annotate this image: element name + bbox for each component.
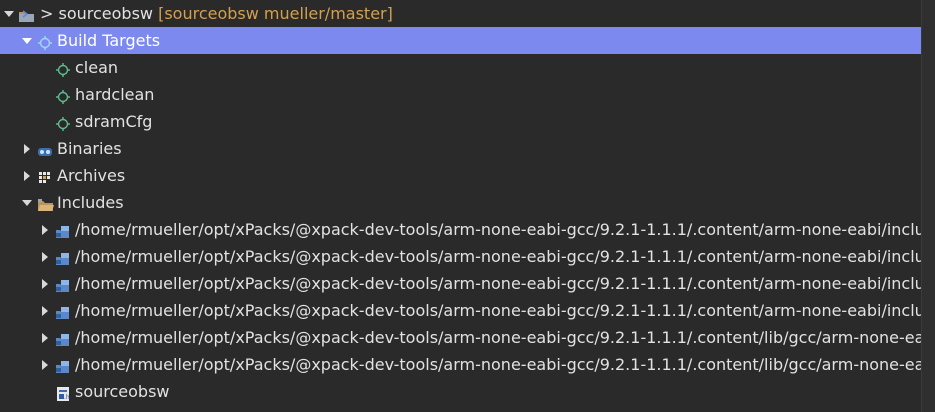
expand-right-icon[interactable] [38, 243, 52, 270]
tree-item-project[interactable]: > sourceobsw [sourceobsw mueller/master] [0, 0, 922, 27]
build-target-label: clean [75, 58, 119, 77]
project-folder-icon [18, 5, 34, 22]
archives-icon [37, 167, 53, 183]
source-folder-icon: .h [55, 383, 71, 401]
build-target-label: hardclean [75, 85, 155, 104]
expand-right-icon[interactable] [38, 216, 52, 243]
binaries-icon [37, 140, 53, 156]
expand-right-icon[interactable] [38, 270, 52, 297]
source-folder-label: sourceobsw [75, 382, 170, 401]
binaries-label: Binaries [57, 139, 122, 158]
includes-label: Includes [57, 193, 124, 212]
tree-item-include-path[interactable]: /home/rmueller/opt/xPacks/@xpack-dev-too… [0, 270, 922, 297]
expand-right-icon[interactable] [20, 135, 34, 162]
project-git-decoration: [sourceobsw mueller/master] [158, 4, 393, 23]
build-target-icon [37, 32, 53, 50]
tree-item-include-path[interactable]: /home/rmueller/opt/xPacks/@xpack-dev-too… [0, 216, 922, 243]
project-dirty-prefix: > [40, 4, 54, 23]
svg-text:.h: .h [64, 394, 70, 401]
tree-item-include-path[interactable]: /home/rmueller/opt/xPacks/@xpack-dev-too… [0, 324, 922, 351]
include-path-label: /home/rmueller/opt/xPacks/@xpack-dev-too… [75, 247, 922, 266]
expand-down-icon[interactable] [20, 189, 34, 216]
expand-down-icon[interactable] [20, 27, 34, 54]
project-explorer-tree: > sourceobsw [sourceobsw mueller/master]… [0, 0, 935, 412]
include-path-label: /home/rmueller/opt/xPacks/@xpack-dev-too… [75, 355, 922, 374]
build-targets-label: Build Targets [57, 31, 161, 50]
tree-item-source-folder[interactable]: .h sourceobsw [0, 378, 922, 405]
tree-item-binaries[interactable]: Binaries [0, 135, 922, 162]
build-target-icon [55, 86, 71, 104]
include-path-icon [55, 302, 71, 319]
tree-item-build-target[interactable]: clean [0, 54, 922, 81]
expand-right-icon[interactable] [20, 162, 34, 189]
tree-item-build-targets[interactable]: Build Targets [0, 27, 922, 54]
tree-item-build-target[interactable]: sdramCfg [0, 108, 922, 135]
includes-folder-icon [37, 194, 54, 211]
archives-label: Archives [57, 166, 126, 185]
include-path-icon [55, 329, 71, 346]
include-path-label: /home/rmueller/opt/xPacks/@xpack-dev-too… [75, 301, 922, 320]
tree-item-archives[interactable]: Archives [0, 162, 922, 189]
build-target-icon [55, 113, 71, 131]
tree-item-build-target[interactable]: hardclean [0, 81, 922, 108]
include-path-icon [55, 221, 71, 238]
project-name: sourceobsw [58, 4, 154, 23]
expand-right-icon[interactable] [38, 351, 52, 378]
expand-right-icon[interactable] [38, 324, 52, 351]
tree-item-include-path[interactable]: /home/rmueller/opt/xPacks/@xpack-dev-too… [0, 351, 922, 378]
include-path-icon [55, 248, 71, 265]
build-target-label: sdramCfg [75, 112, 153, 131]
expand-right-icon[interactable] [38, 297, 52, 324]
include-path-label: /home/rmueller/opt/xPacks/@xpack-dev-too… [75, 220, 922, 239]
build-target-icon [55, 59, 71, 77]
tree-item-includes[interactable]: Includes [0, 189, 922, 216]
expand-down-icon[interactable] [2, 0, 16, 27]
include-path-icon [55, 275, 71, 292]
tree-item-include-path[interactable]: /home/rmueller/opt/xPacks/@xpack-dev-too… [0, 297, 922, 324]
tree-item-partial [0, 405, 922, 412]
include-path-label: /home/rmueller/opt/xPacks/@xpack-dev-too… [75, 274, 922, 293]
include-path-icon [55, 356, 71, 373]
vertical-scrollbar[interactable] [921, 0, 935, 412]
include-path-label: /home/rmueller/opt/xPacks/@xpack-dev-too… [75, 328, 922, 347]
tree-item-include-path[interactable]: /home/rmueller/opt/xPacks/@xpack-dev-too… [0, 243, 922, 270]
